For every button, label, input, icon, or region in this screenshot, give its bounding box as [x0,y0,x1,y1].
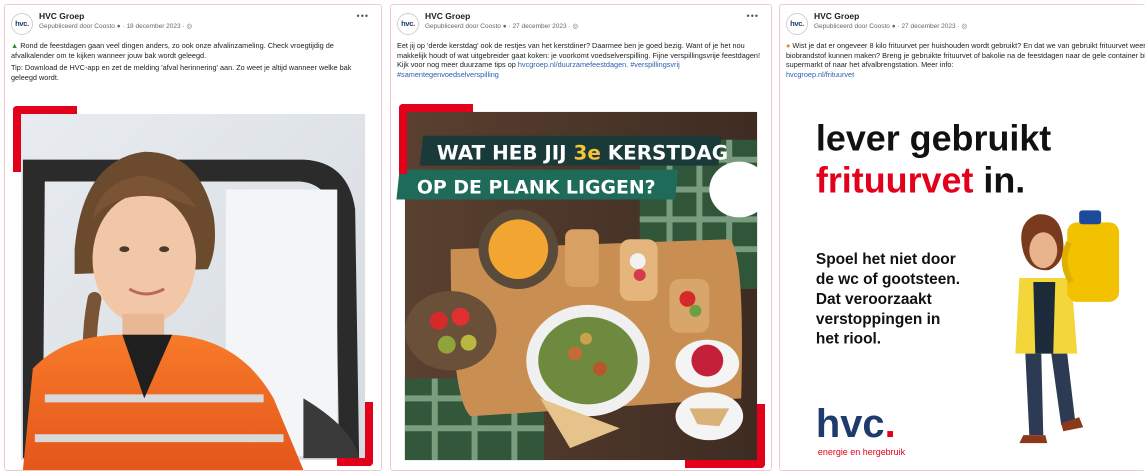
frituurvet-campaign-image: lever gebruikt frituurvet in. Spoel het … [816,119,1120,457]
svg-text:de wc of gootsteen.: de wc of gootsteen. [816,271,960,288]
fries-icon: ● [786,41,791,50]
post-date[interactable]: 27 december 2023 [512,23,566,30]
globe-icon: ◎ [186,23,193,30]
post-card-frituurvet: hvc. HVC Groep Gepubliceerd door Coosto … [779,4,1145,471]
post-text: ▲ Rond de feestdagen gaan veel dingen and… [11,41,375,85]
campaign-subtext: Spoel het niet door de wc of gootsteen. … [816,251,960,348]
frame-corner-top-left [399,104,473,174]
headline-op-de-plank: OP DE PLANK LIGGEN? [396,169,679,200]
more-options-button[interactable]: ••• [357,11,369,21]
hvc-avatar[interactable]: hvc. [11,13,33,35]
svg-text:energie en hergebruik: energie en hergebruik [818,447,906,457]
post-meta: Gepubliceerd door Coosto ● · 27 december… [425,23,579,30]
post-header: hvc. HVC Groep Gepubliceerd door Coosto … [397,11,765,39]
more-options-button[interactable]: ••• [747,11,759,21]
post-date[interactable]: 18 december 2023 [126,23,180,30]
post-tip: Tip: Download de HVC-app en zet de meldi… [11,63,352,82]
svg-text:het riool.: het riool. [816,331,881,348]
post-card-afvalkalender: hvc. HVC Groep Gepubliceerd door Coosto … [4,4,382,471]
post-image-leftovers[interactable]: WAT HEB JIJ 3e KERSTDAG OP DE PLANK LIGG… [391,100,771,470]
page-name-link[interactable]: HVC Groep [425,11,470,21]
frame-corner-top-left [13,106,77,172]
post-text: Eet jij op 'derde kerstdag' ook de restj… [397,41,761,79]
hvc-avatar[interactable]: hvc. [397,13,419,35]
hvc-brand-logo: hvc. energie en hergebruik [816,402,906,457]
post-card-derde-kerstdag: hvc. HVC Groep Gepubliceerd door Coosto … [390,4,772,471]
svg-text:lever gebruikt: lever gebruikt [816,119,1051,159]
hvc-avatar[interactable]: hvc. [786,13,808,35]
svg-text:verstoppingen in: verstoppingen in [816,311,940,328]
svg-text:WAT HEB JIJ 3e KERSTDAG: WAT HEB JIJ 3e KERSTDAG [437,142,728,165]
info-icon: ● [891,23,896,30]
hashtag[interactable]: #samentegenvoedselverspilling [397,70,499,79]
post-image-waste-worker[interactable] [5,100,381,470]
post-meta: Gepubliceerd door Coosto ● · 18 december… [39,23,193,30]
svg-text:Spoel het niet door: Spoel het niet door [816,251,956,268]
svg-text:Dat veroorzaakt: Dat veroorzaakt [816,291,932,308]
page-name-link[interactable]: HVC Groep [814,11,859,21]
post-image-frituurvet[interactable]: lever gebruikt frituurvet in. Spoel het … [780,93,1145,470]
globe-icon: ◎ [572,23,579,30]
post-header: hvc. HVC Groep Gepubliceerd door Coosto … [786,11,1139,39]
woman-with-oil-jug-illustration [1015,210,1120,444]
page-name-link[interactable]: HVC Groep [39,11,84,21]
post-text: ● Wist je dat er ongeveer 8 kilo frituurv… [786,41,1145,79]
post-meta: Gepubliceerd door Coosto ● · 27 december… [814,23,968,30]
svg-text:frituurvet in.: frituurvet in. [816,161,1025,201]
svg-text:hvc.: hvc. [816,402,896,446]
info-icon: ● [502,23,507,30]
svg-text:OP DE PLANK LIGGEN?: OP DE PLANK LIGGEN? [417,176,656,198]
post-header: hvc. HVC Groep Gepubliceerd door Coosto … [11,11,375,39]
frame-corner-bottom-right [337,402,373,466]
post-link[interactable]: hvcgroep.nl/frituurvet [786,70,854,79]
post-link[interactable]: hvcgroep.nl/duurzamefeestdagen. [518,60,628,69]
info-icon: ● [116,23,121,30]
post-date[interactable]: 27 december 2023 [901,23,955,30]
hashtag[interactable]: #verspillingsvrij [630,60,679,69]
christmas-tree-icon: ▲ [11,41,19,50]
frame-corner-bottom-right [685,404,765,468]
globe-icon: ◎ [961,23,968,30]
